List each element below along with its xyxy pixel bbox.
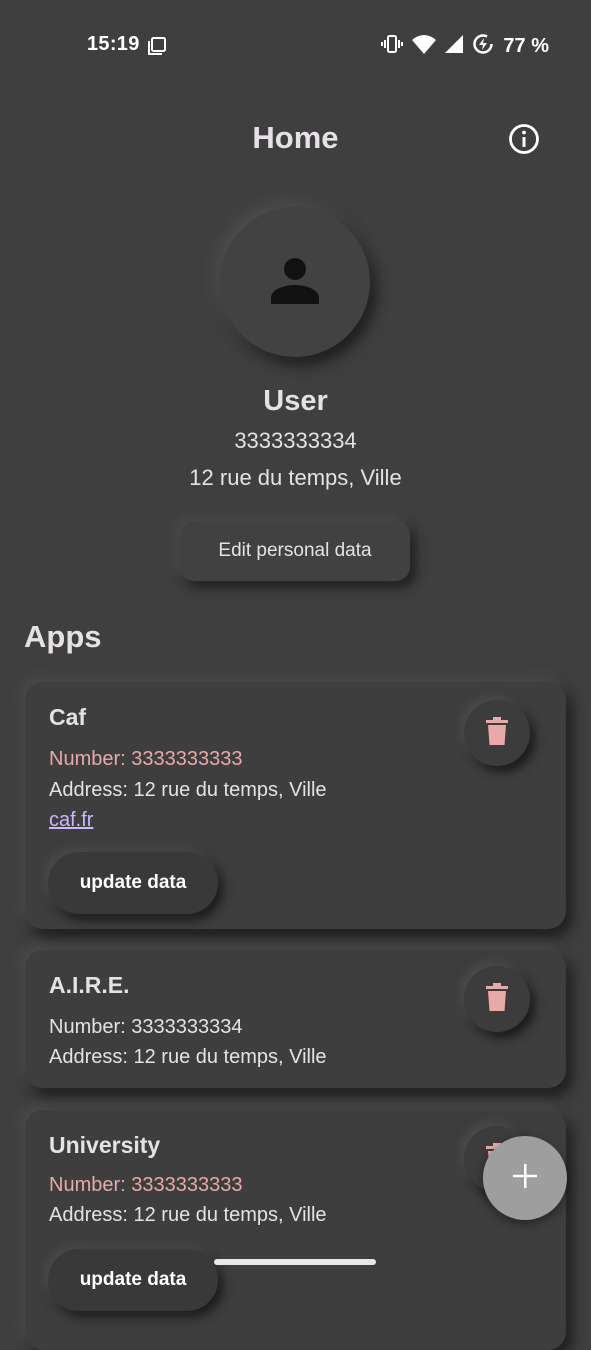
vibrate-icon bbox=[381, 34, 404, 59]
avatar bbox=[220, 207, 370, 357]
trash-icon bbox=[486, 716, 508, 750]
app-card-university: University Number: 3333333333 Address: 1… bbox=[25, 1110, 566, 1350]
edit-personal-data-button[interactable]: Edit personal data bbox=[180, 521, 410, 581]
user-number: 3333333334 bbox=[234, 428, 357, 453]
delete-button[interactable] bbox=[464, 700, 530, 766]
signal-icon bbox=[445, 35, 464, 58]
apps-section-title: Apps bbox=[24, 619, 102, 654]
user-address: 12 rue du temps, Ville bbox=[189, 465, 402, 490]
user-name: User bbox=[263, 385, 328, 417]
status-bar: 15:19 77 % bbox=[0, 0, 591, 90]
card-title: University bbox=[49, 1132, 161, 1158]
card-number: Number: 3333333334 bbox=[49, 1016, 243, 1038]
update-data-button[interactable]: update data bbox=[48, 852, 218, 914]
wifi-icon bbox=[412, 34, 437, 59]
card-number: Number: 3333333333 bbox=[49, 748, 243, 770]
plus-icon bbox=[512, 1163, 538, 1194]
delete-button[interactable] bbox=[464, 966, 530, 1032]
card-address: Address: 12 rue du temps, Ville bbox=[49, 1204, 327, 1226]
person-icon bbox=[267, 252, 323, 313]
status-time: 15:19 bbox=[87, 33, 140, 55]
add-app-button[interactable] bbox=[483, 1136, 567, 1220]
app-card-aire: A.I.R.E. Number: 3333333334 Address: 12 … bbox=[25, 950, 566, 1088]
page-title: Home bbox=[252, 120, 339, 155]
info-icon bbox=[508, 123, 540, 160]
card-title: A.I.R.E. bbox=[49, 972, 130, 998]
app-card-caf: Caf Number: 3333333333 Address: 12 rue d… bbox=[25, 682, 566, 929]
app-bar: Home bbox=[0, 110, 591, 170]
card-title: Caf bbox=[49, 704, 87, 730]
card-link[interactable]: caf.fr bbox=[49, 809, 93, 832]
battery-saver-icon bbox=[472, 33, 494, 60]
trash-icon bbox=[486, 982, 508, 1016]
battery-percent: 77 % bbox=[503, 35, 549, 57]
card-address: Address: 12 rue du temps, Ville bbox=[49, 779, 327, 801]
card-number: Number: 3333333333 bbox=[49, 1174, 243, 1196]
home-indicator[interactable] bbox=[214, 1259, 376, 1265]
update-data-button[interactable]: update data bbox=[48, 1249, 218, 1311]
info-button[interactable] bbox=[505, 122, 543, 160]
status-icons: 77 % bbox=[381, 33, 549, 60]
card-address: Address: 12 rue du temps, Ville bbox=[49, 1046, 327, 1068]
screenshot-icon bbox=[147, 36, 167, 61]
